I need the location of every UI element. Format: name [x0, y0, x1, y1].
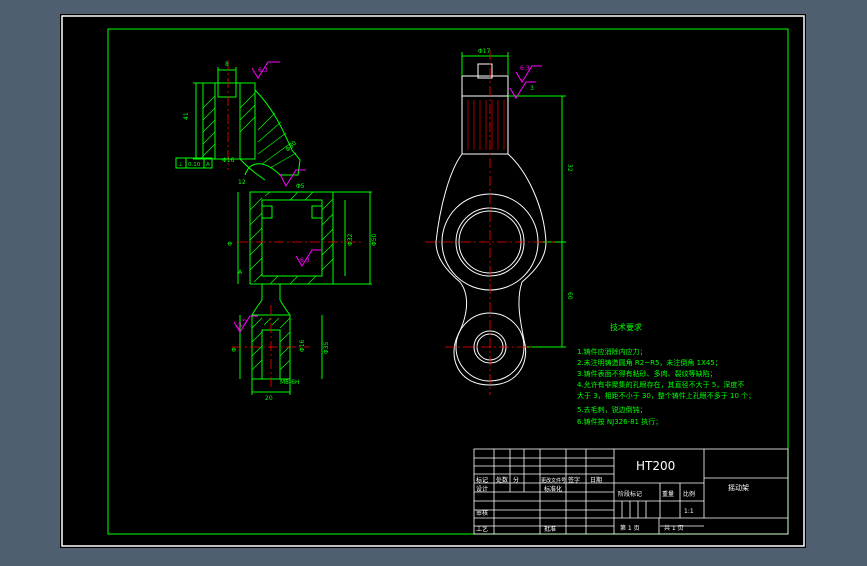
tol-symbol: ⊥ [178, 162, 183, 168]
label-scale: 比例 [683, 490, 695, 498]
dim-text-hub-top: Φ5 [296, 183, 305, 190]
material: HT200 [636, 459, 675, 473]
paper [60, 14, 806, 548]
dim-text-front-lower: 60 [566, 292, 573, 300]
label-count: 处数 [496, 476, 508, 484]
dim-text-top-width: 8 [225, 61, 229, 68]
tech-item-4b: 大于 3，相距不小于 30，整个铸件上孔眼不多于 10 个； [577, 391, 755, 400]
tech-item-6: 6.铸件按 NJ326-81 执行； [577, 417, 662, 426]
dim-text-front-top-width: Φ17 [478, 48, 491, 55]
tol-datum: A [206, 162, 210, 168]
total-sheets: 共 1 页 [664, 524, 684, 532]
dim-text-front-upper: 32 [566, 164, 573, 172]
dim-text-hub-roughness: 6.3 [300, 257, 310, 264]
dim-text-thread: M8-6H [280, 379, 300, 386]
cad-drawing-viewport: 8 6.3 41 ⊥ 0.10 A Φ16 Φ30 12 Φ5 Φ32 Φ50 … [0, 0, 867, 562]
label-date: 日期 [590, 476, 602, 484]
tech-item-1: 1.铸件应消除内应力； [577, 347, 647, 356]
tech-item-5: 5.去毛刺，锐边倒钝； [577, 405, 647, 414]
label-standard: 标准化 [544, 485, 562, 493]
tech-item-3: 3.铸件表面不得有粘砂、多肉、裂纹等缺陷； [577, 369, 717, 378]
label-change-doc: 更改文件号 [541, 477, 566, 484]
drawing-sheet: 8 6.3 41 ⊥ 0.10 A Φ16 Φ30 12 Φ5 Φ32 Φ50 … [0, 0, 867, 562]
tech-item-2: 2.未注明铸造圆角 R2~R5，未注倒角 1X45； [577, 358, 722, 367]
label-approve: 批准 [544, 525, 556, 533]
dim-text-lower-height: Φ35 [323, 341, 330, 354]
dim-text-roughness-top: 6.3 [258, 67, 268, 74]
dim-text-neck: 12 [238, 179, 246, 186]
dim-text-lower-left: Φ [231, 347, 238, 352]
label-weight: 重量 [662, 490, 674, 498]
label-design: 设计 [476, 485, 488, 493]
label-mark: 标记 [476, 476, 488, 484]
dim-text-hub-outer: Φ50 [371, 233, 378, 246]
dim-text-hub-left: Φ [227, 241, 234, 246]
scale-value: 1:1 [684, 508, 694, 515]
dim-text-bore-small: Φ16 [222, 157, 235, 164]
dim-text-left-height: 41 [183, 112, 190, 120]
label-review: 审核 [476, 509, 488, 517]
tech-item-4: 4.允许有非聚集的孔眼存在，其直径不大于 5，深度不 [577, 380, 744, 389]
tol-value: 0.10 [188, 162, 201, 168]
dim-text-lower-bore: Φ16 [299, 339, 306, 352]
dim-text-bottom-width: 20 [265, 395, 273, 402]
dim-text-front-slot: 3 [530, 85, 534, 92]
label-process: 工艺 [476, 525, 488, 533]
part-name: 摇动架 [728, 483, 749, 492]
label-zone: 分 [513, 476, 519, 484]
label-signature: 签字 [568, 476, 580, 484]
label-stage-mark: 阶段标记 [618, 490, 642, 498]
sheet-number: 第 1 页 [620, 524, 640, 532]
dim-text-front-top-roughness: 6.3 [520, 65, 530, 72]
dim-text-hub-inner: Φ32 [347, 233, 354, 246]
tech-heading: 技术要求 [610, 322, 642, 332]
